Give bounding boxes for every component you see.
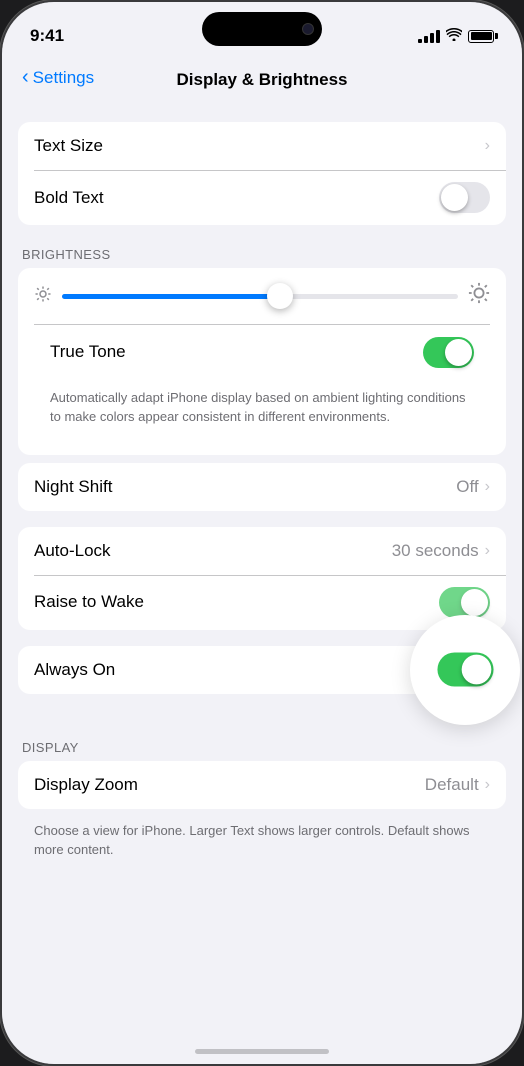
display-zoom-group: Display Zoom Default › (18, 761, 506, 809)
text-size-chevron-icon: › (485, 137, 490, 155)
raise-to-wake-toggle-thumb (461, 589, 488, 616)
night-shift-chevron-icon: › (485, 478, 490, 496)
phone-frame: 9:41 (0, 0, 524, 1066)
brightness-slider-thumb[interactable] (267, 283, 293, 309)
display-zoom-description: Choose a view for iPhone. Larger Text sh… (2, 817, 522, 874)
back-button[interactable]: ‹ Settings (22, 67, 94, 89)
status-time: 9:41 (30, 26, 64, 46)
raise-to-wake-label: Raise to Wake (34, 592, 144, 612)
night-shift-group: Night Shift Off › (18, 463, 506, 511)
text-size-right: › (485, 137, 490, 155)
dynamic-island (202, 12, 322, 46)
nav-title: Display & Brightness (177, 70, 348, 90)
text-size-label: Text Size (34, 136, 103, 156)
auto-lock-value: 30 seconds (392, 541, 479, 561)
status-bar: 9:41 (2, 2, 522, 56)
status-icons (418, 28, 494, 44)
auto-lock-row[interactable]: Auto-Lock 30 seconds › (18, 527, 506, 575)
true-tone-row[interactable]: True Tone (34, 325, 490, 380)
display-zoom-right: Default › (425, 775, 490, 795)
bold-text-toggle-thumb (441, 184, 468, 211)
brightness-slider-row[interactable] (34, 282, 490, 310)
true-tone-toggle-thumb (445, 339, 472, 366)
always-on-toggle[interactable] (437, 652, 493, 686)
home-indicator (195, 1049, 329, 1054)
bold-text-label: Bold Text (34, 188, 104, 208)
display-section-label: DISPLAY (2, 726, 522, 761)
autolock-group: Auto-Lock 30 seconds › Raise to Wake (18, 527, 506, 630)
brightness-group: True Tone Automatically adapt iPhone dis… (18, 268, 506, 455)
nav-bar: ‹ Settings Display & Brightness (2, 56, 522, 106)
display-zoom-row[interactable]: Display Zoom Default › (18, 761, 506, 809)
auto-lock-chevron-icon: › (485, 542, 490, 560)
bold-text-row[interactable]: Bold Text (18, 170, 506, 225)
always-on-group: Always On (18, 646, 506, 694)
sun-small-icon (34, 285, 52, 308)
always-on-toggle-thumb (461, 655, 491, 685)
true-tone-toggle[interactable] (423, 337, 474, 368)
sun-large-icon (468, 282, 490, 310)
night-shift-value: Off (456, 477, 478, 497)
brightness-slider-track[interactable] (62, 294, 458, 299)
true-tone-label: True Tone (50, 342, 126, 362)
bold-text-toggle[interactable] (439, 182, 490, 213)
raise-to-wake-toggle[interactable] (439, 587, 490, 618)
battery-icon (468, 30, 494, 43)
true-tone-description: Automatically adapt iPhone display based… (34, 380, 490, 441)
display-zoom-label: Display Zoom (34, 775, 138, 795)
scroll-content: Text Size › Bold Text BRIGHTNESS (2, 106, 522, 1066)
text-size-row[interactable]: Text Size › (18, 122, 506, 170)
wifi-icon (446, 28, 462, 44)
night-shift-right: Off › (456, 477, 490, 497)
text-settings-group: Text Size › Bold Text (18, 122, 506, 225)
auto-lock-label: Auto-Lock (34, 541, 111, 561)
night-shift-label: Night Shift (34, 477, 112, 497)
display-zoom-chevron-icon: › (485, 776, 490, 794)
night-shift-row[interactable]: Night Shift Off › (18, 463, 506, 511)
brightness-slider-fill (62, 294, 280, 299)
raise-to-wake-row[interactable]: Raise to Wake (18, 575, 506, 630)
display-zoom-value: Default (425, 775, 479, 795)
brightness-section-label: BRIGHTNESS (2, 233, 522, 268)
always-on-label: Always On (34, 660, 115, 680)
signal-icon (418, 30, 440, 43)
always-on-toggle-highlight (410, 615, 520, 725)
camera-indicator (302, 23, 314, 35)
back-chevron-icon: ‹ (22, 66, 29, 89)
auto-lock-right: 30 seconds › (392, 541, 490, 561)
back-label: Settings (33, 68, 94, 88)
